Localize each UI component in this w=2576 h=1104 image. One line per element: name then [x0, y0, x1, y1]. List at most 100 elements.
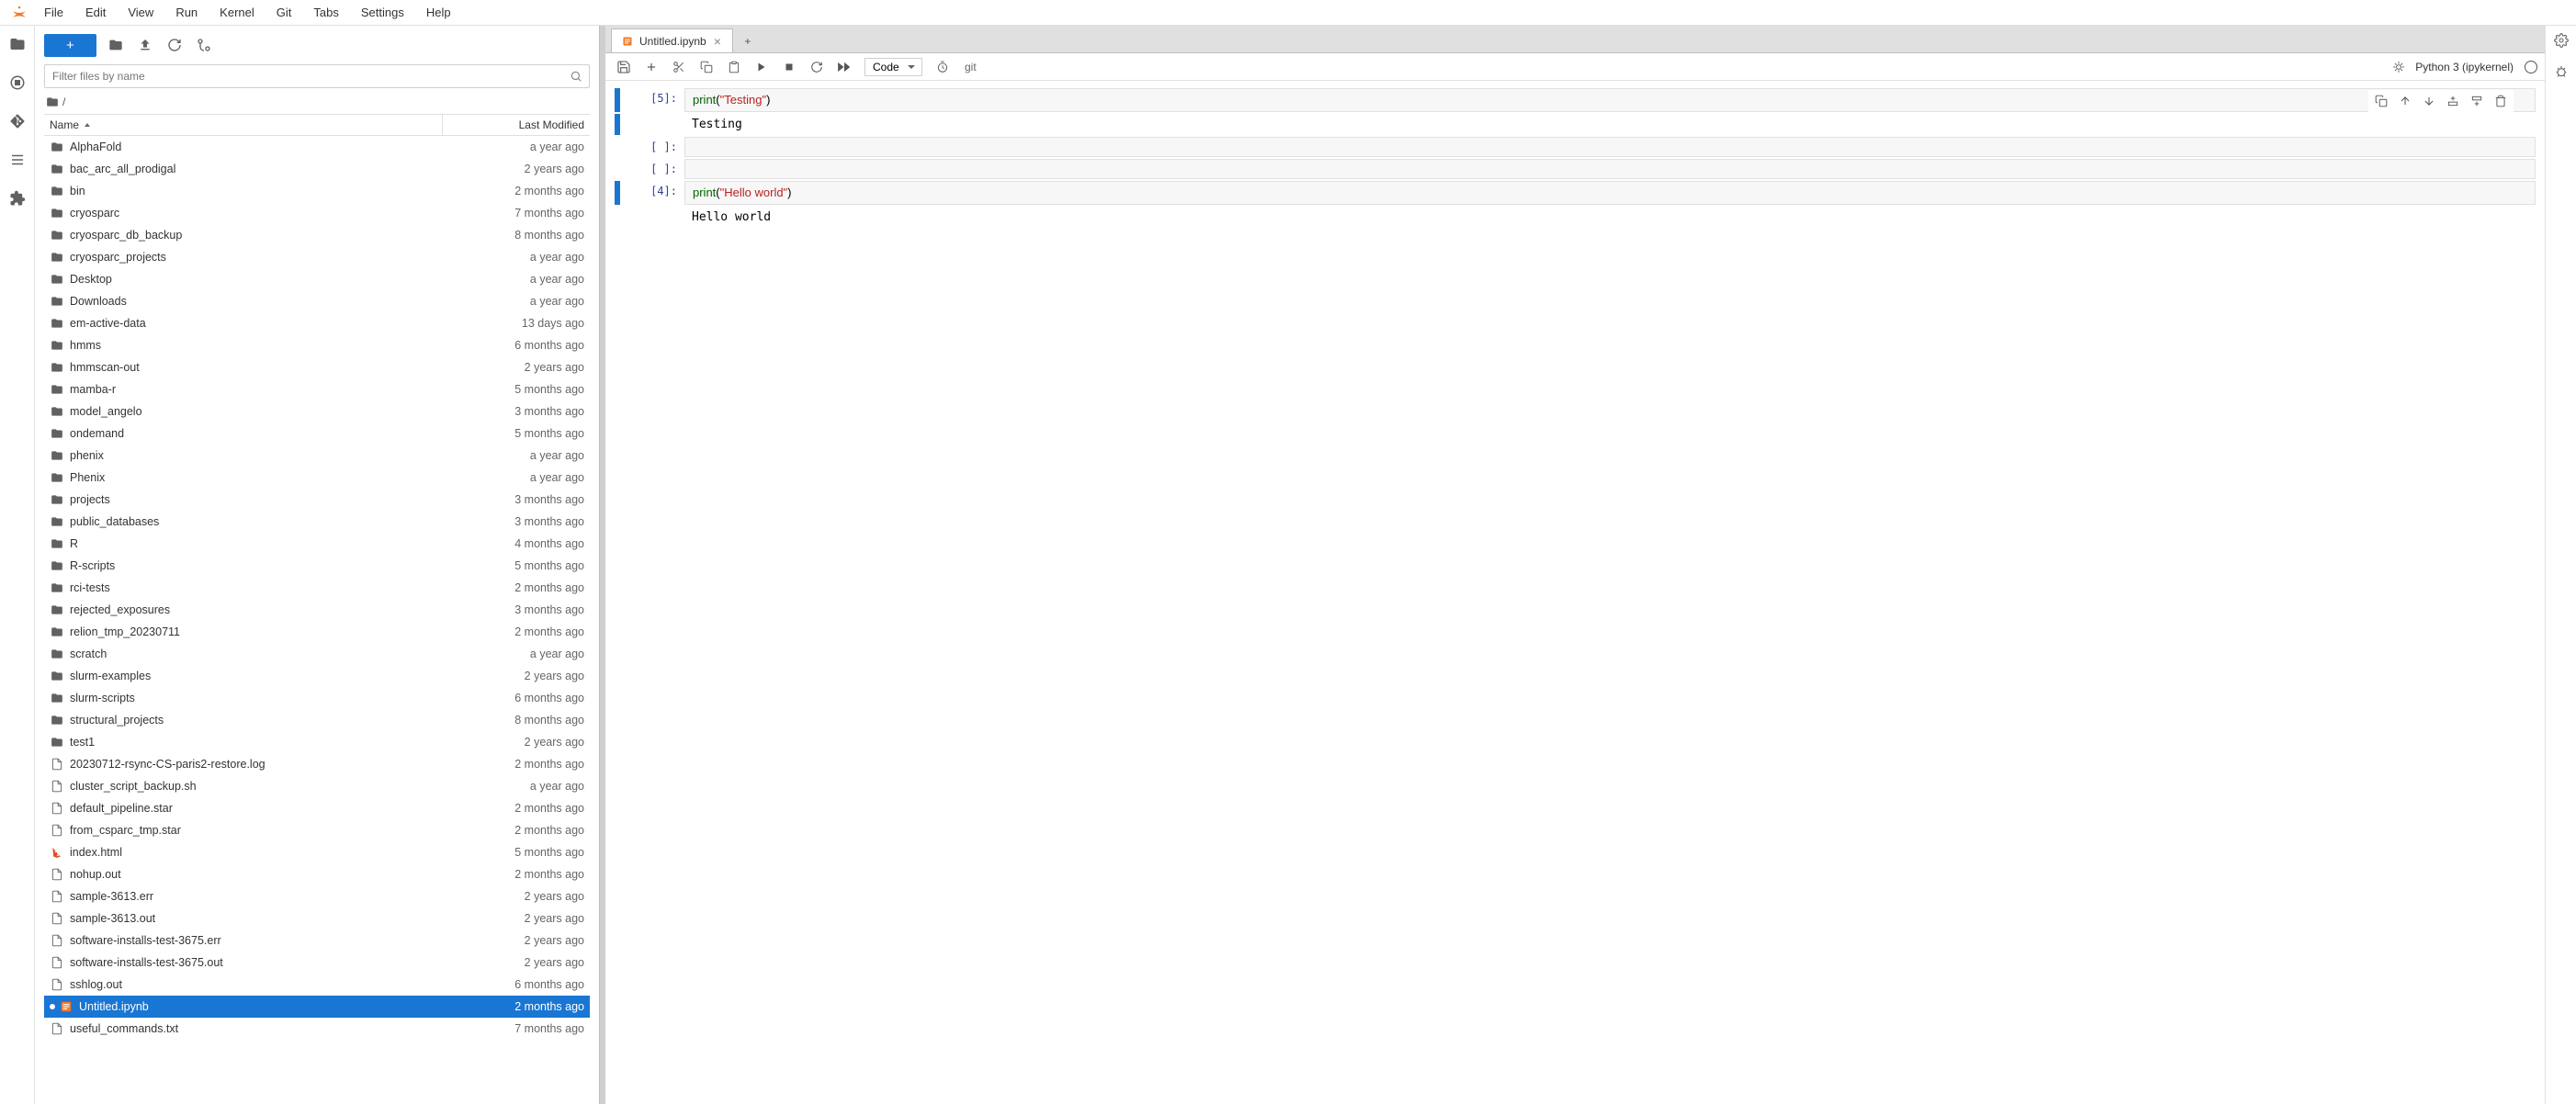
- breadcrumb[interactable]: /: [44, 88, 590, 114]
- debugger-panel-icon[interactable]: [2552, 62, 2570, 81]
- folder-item[interactable]: bin2 months ago: [44, 180, 590, 202]
- file-item[interactable]: sshlog.out6 months ago: [44, 974, 590, 996]
- file-item[interactable]: Untitled.ipynb2 months ago: [44, 996, 590, 1018]
- folder-item[interactable]: test12 years ago: [44, 731, 590, 753]
- folder-item[interactable]: Desktopa year ago: [44, 268, 590, 290]
- folder-item[interactable]: projects3 months ago: [44, 489, 590, 511]
- git-icon[interactable]: [6, 110, 28, 132]
- output-prompt: .: [629, 207, 684, 228]
- folder-item[interactable]: Downloadsa year ago: [44, 290, 590, 312]
- file-item[interactable]: default_pipeline.star2 months ago: [44, 797, 590, 819]
- git-clone-icon[interactable]: [194, 35, 214, 55]
- run-icon[interactable]: [751, 56, 773, 78]
- restart-icon[interactable]: [806, 56, 828, 78]
- extension-icon[interactable]: [6, 187, 28, 209]
- kernel-name[interactable]: Python 3 (ipykernel): [2415, 61, 2514, 73]
- folder-item[interactable]: em-active-data13 days ago: [44, 312, 590, 334]
- code-cell[interactable]: [ ]:: [615, 159, 2536, 179]
- folder-item[interactable]: cryosparc_projectsa year ago: [44, 246, 590, 268]
- property-inspector-icon[interactable]: [2552, 31, 2570, 50]
- menu-kernel[interactable]: Kernel: [209, 2, 266, 23]
- new-folder-icon[interactable]: [106, 35, 126, 55]
- cell-type-select[interactable]: Code: [864, 58, 922, 76]
- menu-file[interactable]: File: [33, 2, 74, 23]
- menu-settings[interactable]: Settings: [350, 2, 415, 23]
- folder-item[interactable]: scratcha year ago: [44, 643, 590, 665]
- file-item[interactable]: index.html5 months ago: [44, 841, 590, 863]
- save-icon[interactable]: [613, 56, 635, 78]
- folder-item[interactable]: hmmscan-out2 years ago: [44, 356, 590, 378]
- insert-above-icon[interactable]: [2444, 92, 2462, 110]
- file-item[interactable]: nohup.out2 months ago: [44, 863, 590, 885]
- code-input[interactable]: [684, 137, 2536, 157]
- menu-view[interactable]: View: [117, 2, 164, 23]
- menu-help[interactable]: Help: [415, 2, 462, 23]
- code-cell[interactable]: [5]:print("Testing"): [615, 88, 2536, 112]
- folder-item[interactable]: phenixa year ago: [44, 445, 590, 467]
- copy-icon[interactable]: [695, 56, 717, 78]
- folder-item[interactable]: slurm-examples2 years ago: [44, 665, 590, 687]
- folder-item[interactable]: Phenixa year ago: [44, 467, 590, 489]
- file-item[interactable]: software-installs-test-3675.out2 years a…: [44, 952, 590, 974]
- folder-item[interactable]: ondemand5 months ago: [44, 422, 590, 445]
- folder-item[interactable]: rejected_exposures3 months ago: [44, 599, 590, 621]
- header-modified[interactable]: Last Modified: [443, 118, 590, 131]
- close-icon[interactable]: ×: [712, 34, 723, 49]
- refresh-icon[interactable]: [164, 35, 185, 55]
- file-item[interactable]: from_csparc_tmp.star2 months ago: [44, 819, 590, 841]
- file-item[interactable]: cluster_script_backup.sha year ago: [44, 775, 590, 797]
- folder-item[interactable]: cryosparc7 months ago: [44, 202, 590, 224]
- folder-item[interactable]: hmms6 months ago: [44, 334, 590, 356]
- move-up-icon[interactable]: [2396, 92, 2414, 110]
- folder-item[interactable]: R4 months ago: [44, 533, 590, 555]
- folder-item[interactable]: rci-tests2 months ago: [44, 577, 590, 599]
- menu-edit[interactable]: Edit: [74, 2, 117, 23]
- code-cell[interactable]: [4]:print("Hello world"): [615, 181, 2536, 205]
- menu-tabs[interactable]: Tabs: [302, 2, 349, 23]
- file-filter-input[interactable]: [44, 64, 590, 88]
- header-name[interactable]: Name: [44, 115, 443, 135]
- code-cell[interactable]: [ ]:: [615, 137, 2536, 157]
- folder-item[interactable]: AlphaFolda year ago: [44, 136, 590, 158]
- file-item[interactable]: software-installs-test-3675.err2 years a…: [44, 929, 590, 952]
- folder-item[interactable]: bac_arc_all_prodigal2 years ago: [44, 158, 590, 180]
- folder-item[interactable]: relion_tmp_202307112 months ago: [44, 621, 590, 643]
- folder-item[interactable]: structural_projects8 months ago: [44, 709, 590, 731]
- file-item[interactable]: sample-3613.out2 years ago: [44, 907, 590, 929]
- tab-untitled[interactable]: Untitled.ipynb ×: [611, 28, 733, 52]
- menu-run[interactable]: Run: [164, 2, 209, 23]
- file-item[interactable]: useful_commands.txt7 months ago: [44, 1018, 590, 1040]
- duplicate-icon[interactable]: [2372, 92, 2390, 110]
- paste-icon[interactable]: [723, 56, 745, 78]
- menu-git[interactable]: Git: [266, 2, 303, 23]
- folder-icon[interactable]: [6, 33, 28, 55]
- delete-icon[interactable]: [2491, 92, 2510, 110]
- file-name: hmmscan-out: [70, 361, 437, 374]
- insert-cell-icon[interactable]: [640, 56, 662, 78]
- file-item[interactable]: sample-3613.err2 years ago: [44, 885, 590, 907]
- folder-item[interactable]: mamba-r5 months ago: [44, 378, 590, 400]
- cut-icon[interactable]: [668, 56, 690, 78]
- kernel-status-icon[interactable]: [2525, 61, 2537, 73]
- debugger-icon[interactable]: [2388, 56, 2410, 78]
- move-down-icon[interactable]: [2420, 92, 2438, 110]
- toc-icon[interactable]: [6, 149, 28, 171]
- code-input[interactable]: print("Testing"): [684, 88, 2536, 112]
- timing-icon[interactable]: [932, 56, 954, 78]
- code-input[interactable]: print("Hello world"): [684, 181, 2536, 205]
- folder-item[interactable]: R-scripts5 months ago: [44, 555, 590, 577]
- folder-item[interactable]: cryosparc_db_backup8 months ago: [44, 224, 590, 246]
- new-launcher-button[interactable]: +: [44, 34, 96, 57]
- folder-item[interactable]: public_databases3 months ago: [44, 511, 590, 533]
- upload-icon[interactable]: [135, 35, 155, 55]
- git-label[interactable]: git: [965, 61, 977, 73]
- running-icon[interactable]: [6, 72, 28, 94]
- restart-run-all-icon[interactable]: [833, 56, 855, 78]
- insert-below-icon[interactable]: [2468, 92, 2486, 110]
- code-input[interactable]: [684, 159, 2536, 179]
- folder-item[interactable]: slurm-scripts6 months ago: [44, 687, 590, 709]
- add-tab-button[interactable]: +: [737, 30, 759, 52]
- stop-icon[interactable]: [778, 56, 800, 78]
- folder-item[interactable]: model_angelo3 months ago: [44, 400, 590, 422]
- file-item[interactable]: 20230712-rsync-CS-paris2-restore.log2 mo…: [44, 753, 590, 775]
